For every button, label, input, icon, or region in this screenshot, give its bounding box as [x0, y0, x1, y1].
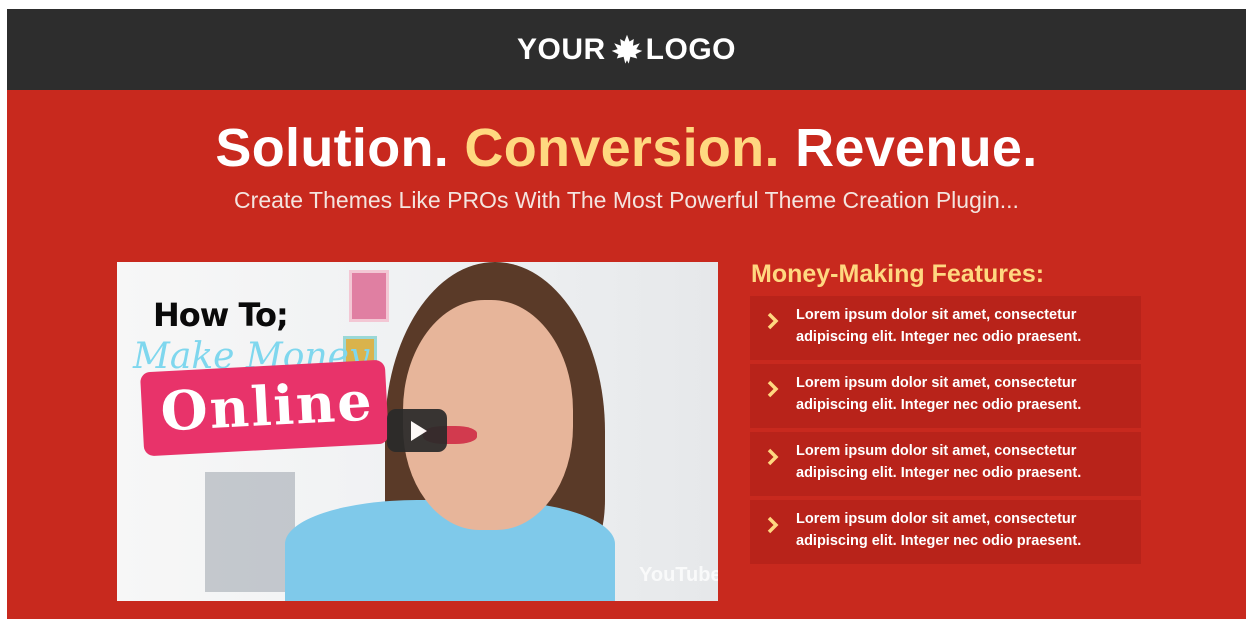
- feature-text-line1: Lorem ipsum dolor sit amet, consectetur: [796, 307, 1077, 323]
- video-player[interactable]: How To; Make Money Online YouTube: [117, 262, 718, 601]
- feature-text-line2: adipiscing elit. Integer nec odio praese…: [796, 397, 1082, 413]
- features-title: Money-Making Features:: [751, 260, 1045, 288]
- features-list: Lorem ipsum dolor sit amet, consectetur …: [750, 296, 1141, 568]
- feature-text-line2: adipiscing elit. Integer nec odio praese…: [796, 533, 1082, 549]
- chevron-right-icon: [767, 312, 779, 330]
- thumbnail-shelf: [205, 472, 295, 592]
- feature-item: Lorem ipsum dolor sit amet, consectetur …: [750, 364, 1141, 428]
- chevron-right-icon: [767, 516, 779, 534]
- feature-item: Lorem ipsum dolor sit amet, consectetur …: [750, 432, 1141, 496]
- feature-text: Lorem ipsum dolor sit amet, consectetur …: [796, 372, 1081, 416]
- logo-text-left: YOUR: [516, 32, 606, 66]
- logo-text-right: LOGO: [645, 32, 737, 66]
- headline: Solution. Conversion. Revenue.: [7, 117, 1246, 179]
- play-button[interactable]: [387, 409, 447, 452]
- feature-text-line2: adipiscing elit. Integer nec odio praese…: [796, 465, 1082, 481]
- header: YOUR LOGO: [7, 9, 1246, 90]
- maple-leaf-icon: [611, 34, 642, 64]
- feature-text: Lorem ipsum dolor sit amet, consectetur …: [796, 508, 1081, 552]
- headline-part2: Revenue.: [795, 118, 1038, 178]
- landing-page: YOUR LOGO Solution. Conversion. Revenue.…: [7, 9, 1246, 619]
- chevron-right-icon: [767, 448, 779, 466]
- feature-text-line1: Lorem ipsum dolor sit amet, consectetur: [796, 511, 1077, 527]
- thumbnail-photo-frame: [349, 270, 389, 322]
- chevron-right-icon: [767, 380, 779, 398]
- feature-text: Lorem ipsum dolor sit amet, consectetur …: [796, 304, 1081, 348]
- feature-item: Lorem ipsum dolor sit amet, consectetur …: [750, 296, 1141, 360]
- headline-accent: Conversion.: [464, 118, 780, 178]
- youtube-watermark: YouTube: [639, 564, 718, 586]
- feature-text-line1: Lorem ipsum dolor sit amet, consectetur: [796, 375, 1077, 391]
- thumbnail-title-line3: Online: [158, 368, 375, 444]
- play-icon: [411, 420, 427, 441]
- logo[interactable]: YOUR LOGO: [517, 33, 736, 67]
- feature-text-line1: Lorem ipsum dolor sit amet, consectetur: [796, 443, 1077, 459]
- subheadline: Create Themes Like PROs With The Most Po…: [234, 187, 1019, 213]
- feature-text: Lorem ipsum dolor sit amet, consectetur …: [796, 440, 1081, 484]
- feature-item: Lorem ipsum dolor sit amet, consectetur …: [750, 500, 1141, 564]
- headline-part1: Solution.: [215, 118, 450, 178]
- feature-text-line2: adipiscing elit. Integer nec odio praese…: [796, 329, 1082, 345]
- thumbnail-title-line1: How To;: [153, 296, 289, 334]
